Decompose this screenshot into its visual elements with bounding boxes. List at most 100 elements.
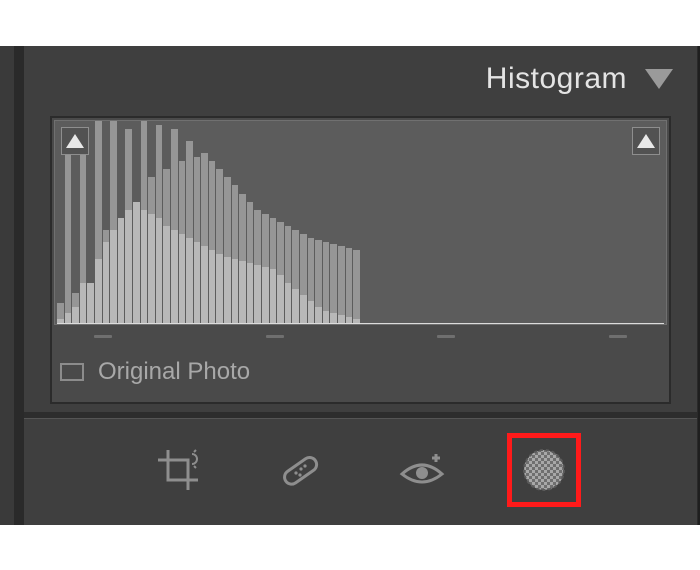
histogram-bars bbox=[55, 121, 666, 324]
histogram-bar bbox=[558, 121, 565, 324]
histogram-bar bbox=[589, 121, 596, 324]
histogram-bar bbox=[475, 121, 482, 324]
histogram-bar bbox=[254, 121, 261, 324]
histogram-bar bbox=[163, 121, 170, 324]
crop-icon bbox=[154, 446, 202, 494]
toolstrip bbox=[24, 418, 697, 525]
histogram-container: Original Photo bbox=[50, 116, 671, 404]
triangle-up-icon bbox=[637, 134, 655, 148]
histogram-bar bbox=[338, 121, 345, 324]
histogram-bar bbox=[505, 121, 512, 324]
histogram-bar bbox=[399, 121, 406, 324]
histogram-plot[interactable] bbox=[54, 120, 667, 325]
zone-tick-highlights[interactable] bbox=[437, 335, 455, 338]
histogram-bar bbox=[201, 121, 208, 324]
histogram-bar bbox=[467, 121, 474, 324]
histogram-bar bbox=[156, 121, 163, 324]
original-photo-row: Original Photo bbox=[54, 348, 667, 402]
histogram-bar bbox=[118, 121, 125, 324]
histogram-bar bbox=[482, 121, 489, 324]
histogram-bar bbox=[566, 121, 573, 324]
histogram-bar bbox=[581, 121, 588, 324]
histogram-bar bbox=[179, 121, 186, 324]
histogram-bar bbox=[497, 121, 504, 324]
histogram-bar bbox=[452, 121, 459, 324]
histogram-bar bbox=[262, 121, 269, 324]
histogram-bar bbox=[406, 121, 413, 324]
histogram-bar bbox=[437, 121, 444, 324]
redeye-tool-button[interactable] bbox=[385, 433, 459, 507]
original-photo-checkbox[interactable] bbox=[60, 363, 84, 381]
histogram-bar bbox=[414, 121, 421, 324]
histogram-baseline bbox=[57, 323, 664, 324]
panel-header[interactable]: Histogram bbox=[24, 46, 697, 116]
histogram-bar bbox=[490, 121, 497, 324]
histogram-bar bbox=[216, 121, 223, 324]
histogram-bar bbox=[619, 121, 626, 324]
healing-tool-button[interactable] bbox=[263, 433, 337, 507]
histogram-bar bbox=[596, 121, 603, 324]
histogram-bar bbox=[528, 121, 535, 324]
histogram-bar bbox=[285, 121, 292, 324]
histogram-bar bbox=[232, 121, 239, 324]
histogram-bar bbox=[611, 121, 618, 324]
histogram-bar bbox=[604, 121, 611, 324]
histogram-bar bbox=[361, 121, 368, 324]
histogram-bar bbox=[444, 121, 451, 324]
bandage-icon bbox=[276, 446, 324, 494]
histogram-bar bbox=[573, 121, 580, 324]
collapse-triangle-icon[interactable] bbox=[645, 69, 673, 89]
histogram-bar bbox=[551, 121, 558, 324]
masking-icon bbox=[520, 446, 568, 494]
histogram-bar bbox=[277, 121, 284, 324]
triangle-up-icon bbox=[66, 134, 84, 148]
zone-tick-shadows[interactable] bbox=[266, 335, 284, 338]
histogram-bar bbox=[308, 121, 315, 324]
histogram-bar bbox=[422, 121, 429, 324]
histogram-bar bbox=[239, 121, 246, 324]
histogram-bar bbox=[315, 121, 322, 324]
histogram-bar bbox=[194, 121, 201, 324]
panel-body: Histogram bbox=[24, 46, 697, 525]
histogram-bar bbox=[110, 121, 117, 324]
histogram-bar bbox=[247, 121, 254, 324]
histogram-bar bbox=[133, 121, 140, 324]
histogram-bar bbox=[186, 121, 193, 324]
histogram-bar bbox=[125, 121, 132, 324]
histogram-bar bbox=[513, 121, 520, 324]
histogram-bar bbox=[141, 121, 148, 324]
panel-title: Histogram bbox=[486, 62, 627, 96]
histogram-bar bbox=[429, 121, 436, 324]
histogram-bar bbox=[270, 121, 277, 324]
zone-tick-blacks[interactable] bbox=[94, 335, 112, 338]
lightroom-histogram-panel-screenshot: Histogram bbox=[0, 45, 700, 526]
histogram-bar bbox=[535, 121, 542, 324]
zone-tick-whites[interactable] bbox=[609, 335, 627, 338]
histogram-bar bbox=[543, 121, 550, 324]
masking-tool-button[interactable] bbox=[507, 433, 581, 507]
histogram-bar bbox=[376, 121, 383, 324]
histogram-bar bbox=[224, 121, 231, 324]
histogram-bar bbox=[346, 121, 353, 324]
histogram-bar bbox=[95, 121, 102, 324]
histogram-zone-markers bbox=[54, 325, 667, 348]
histogram-bar bbox=[384, 121, 391, 324]
histogram-bar bbox=[292, 121, 299, 324]
redeye-icon bbox=[396, 446, 448, 494]
original-photo-label: Original Photo bbox=[98, 358, 250, 386]
histogram-bar bbox=[368, 121, 375, 324]
shadow-clipping-indicator[interactable] bbox=[61, 127, 89, 155]
histogram-bar bbox=[323, 121, 330, 324]
crop-tool-button[interactable] bbox=[141, 433, 215, 507]
histogram-bar bbox=[103, 121, 110, 324]
histogram-bar bbox=[353, 121, 360, 324]
histogram-bar bbox=[330, 121, 337, 324]
panel-frame: Histogram bbox=[0, 46, 700, 525]
histogram-bar bbox=[148, 121, 155, 324]
highlight-clipping-indicator[interactable] bbox=[632, 127, 660, 155]
histogram-bar bbox=[520, 121, 527, 324]
histogram-bar bbox=[171, 121, 178, 324]
histogram-bar bbox=[459, 121, 466, 324]
histogram-bar bbox=[300, 121, 307, 324]
histogram-bar bbox=[209, 121, 216, 324]
